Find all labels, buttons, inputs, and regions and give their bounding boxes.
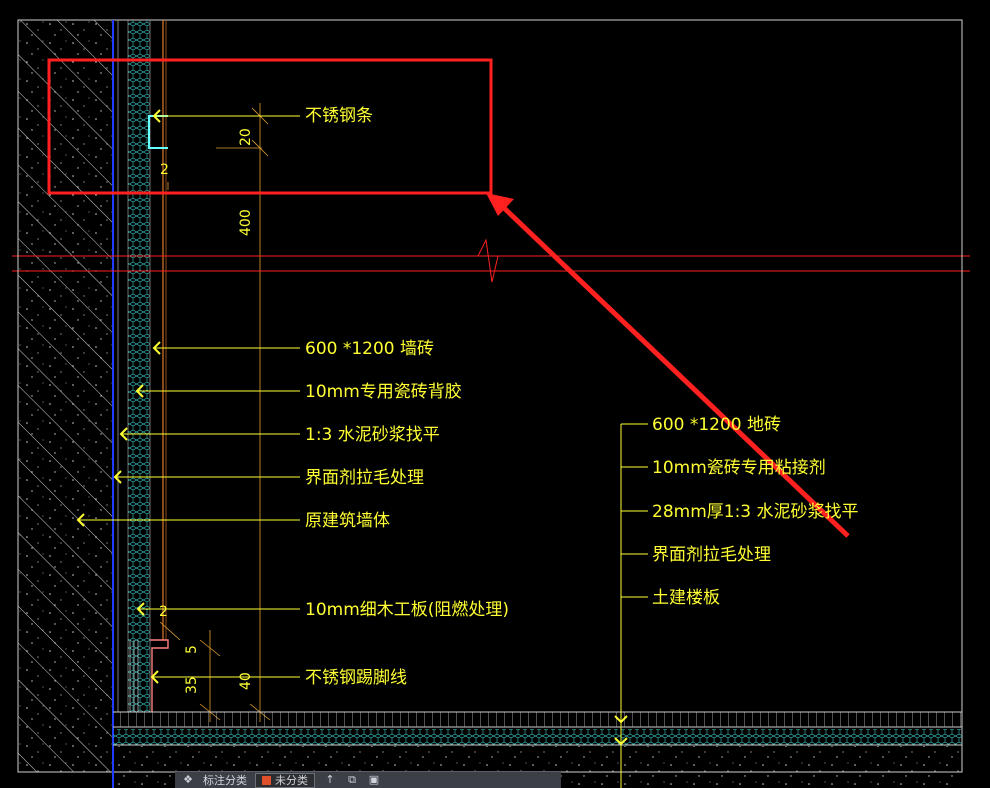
dim-5: 5 — [184, 645, 200, 654]
layer-hint: 标注分类 — [203, 774, 247, 787]
floor-mortar-layer — [113, 729, 962, 745]
layer-toolbar: ❖ 标注分类 未分类 ↑ ⧉ ▣ — [175, 771, 561, 788]
break-line — [12, 238, 970, 283]
label-tile-adhesive: 10mm专用瓷砖背胶 — [305, 382, 462, 402]
label-original-wall: 原建筑墙体 — [305, 511, 390, 531]
label-baseboard: 不锈钢踢脚线 — [305, 668, 407, 688]
clipboard-icon[interactable]: ▣ — [367, 774, 381, 786]
label-interface-agent: 界面剂拉毛处理 — [305, 468, 424, 488]
dim-400: 400 — [238, 209, 254, 236]
layer-color-swatch — [262, 775, 271, 785]
layer-name: 未分类 — [275, 774, 308, 787]
dim-40: 40 — [238, 672, 254, 690]
baseboard-detail — [129, 621, 271, 721]
dim-2-top: 2 — [160, 162, 169, 178]
dim-35: 35 — [184, 676, 200, 694]
label-mortar-leveling: 1:3 水泥砂浆找平 — [305, 425, 440, 445]
arrow-up-icon[interactable]: ↑ — [323, 774, 337, 786]
label-wall-tile: 600 *1200 墙砖 — [305, 339, 434, 359]
highlight-box — [47, 58, 493, 195]
label-plywood-board: 10mm细木工板(阻燃处理) — [305, 600, 509, 620]
label-floor-slab: 土建楼板 — [652, 588, 720, 608]
dim-20: 20 — [238, 128, 254, 146]
label-floor-adhesive: 10mm瓷砖专用粘接剂 — [652, 458, 826, 478]
floor-tile-layer — [113, 712, 962, 727]
label-floor-tile: 600 *1200 地砖 — [652, 415, 781, 435]
label-floor-mortar: 28mm厚1:3 水泥砂浆找平 — [652, 502, 859, 522]
original-wall-hatch — [18, 20, 113, 772]
layer-select[interactable]: 未分类 — [255, 772, 315, 788]
copy-icon[interactable]: ⧉ — [345, 774, 359, 786]
layers-icon[interactable]: ❖ — [181, 774, 195, 786]
label-stainless-strip: 不锈钢条 — [305, 106, 373, 126]
label-floor-interface-agent: 界面剂拉毛处理 — [652, 545, 771, 565]
cad-drawing: 不锈钢条 600 *1200 墙砖 10mm专用瓷砖背胶 1:3 水泥砂浆找平 … — [12, 19, 970, 788]
highlight-arrow — [486, 193, 850, 538]
dim-2-bottom: 2 — [159, 604, 168, 620]
